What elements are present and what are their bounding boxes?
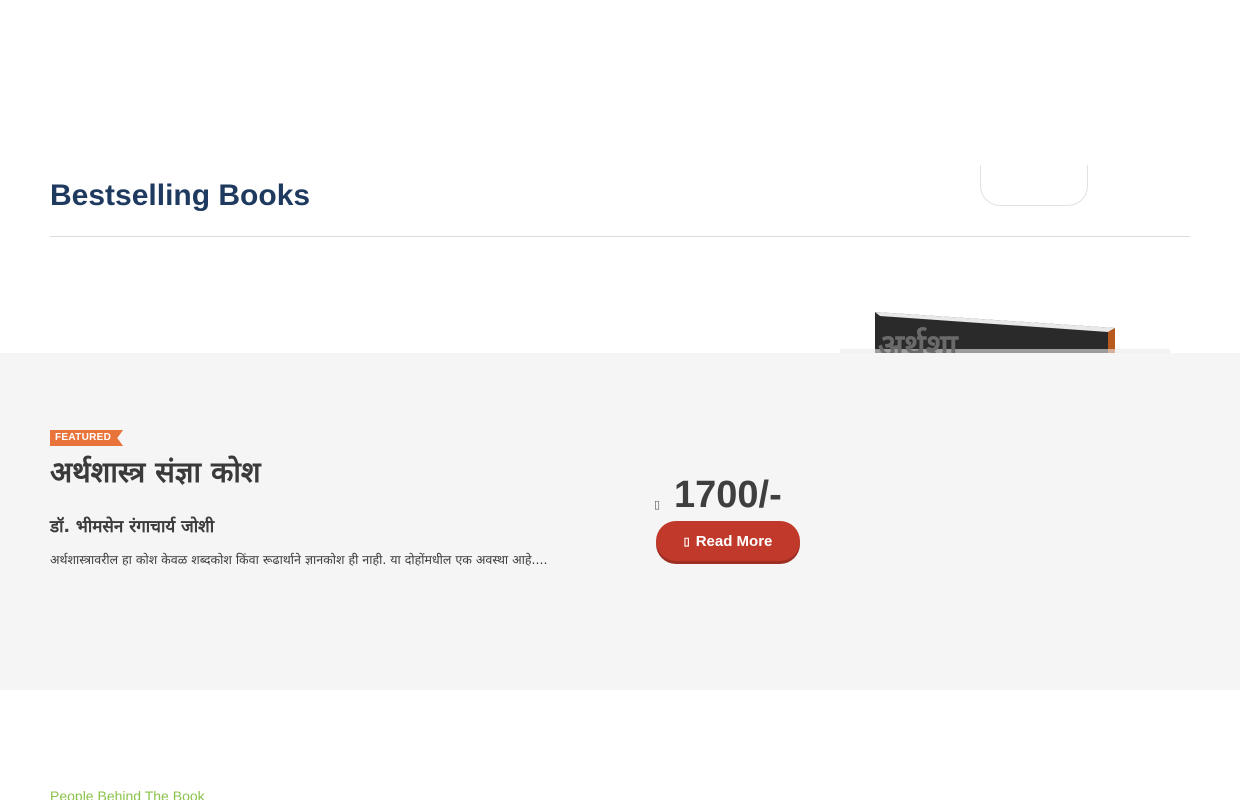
book-cover-title: अर्थशा — [878, 326, 959, 353]
view-all-button[interactable] — [980, 165, 1088, 206]
featured-badge: FEATURED — [50, 430, 124, 446]
bestselling-header: Bestselling Books — [50, 165, 1190, 237]
book-description: अर्थशास्त्रावरील हा कोश केवळ शब्दकोश किं… — [50, 552, 548, 567]
people-behind-the-book-link[interactable]: People Behind The Book — [50, 788, 205, 800]
book-title[interactable]: अर्थशास्त्र संज्ञा कोश — [50, 452, 261, 491]
book-author: डॉ. भीमसेन रंगाचार्य जोशी — [50, 517, 215, 537]
read-more-label: Read More — [695, 532, 773, 550]
book-icon: ▯ — [683, 535, 690, 548]
section-title: Bestselling Books — [50, 179, 311, 212]
book-price: 1700/- — [674, 474, 782, 516]
read-more-button[interactable]: ▯ Read More — [656, 521, 800, 561]
book-cover-image[interactable]: अर्थशा — [840, 300, 1170, 353]
rupee-icon: ▯ — [654, 499, 661, 511]
